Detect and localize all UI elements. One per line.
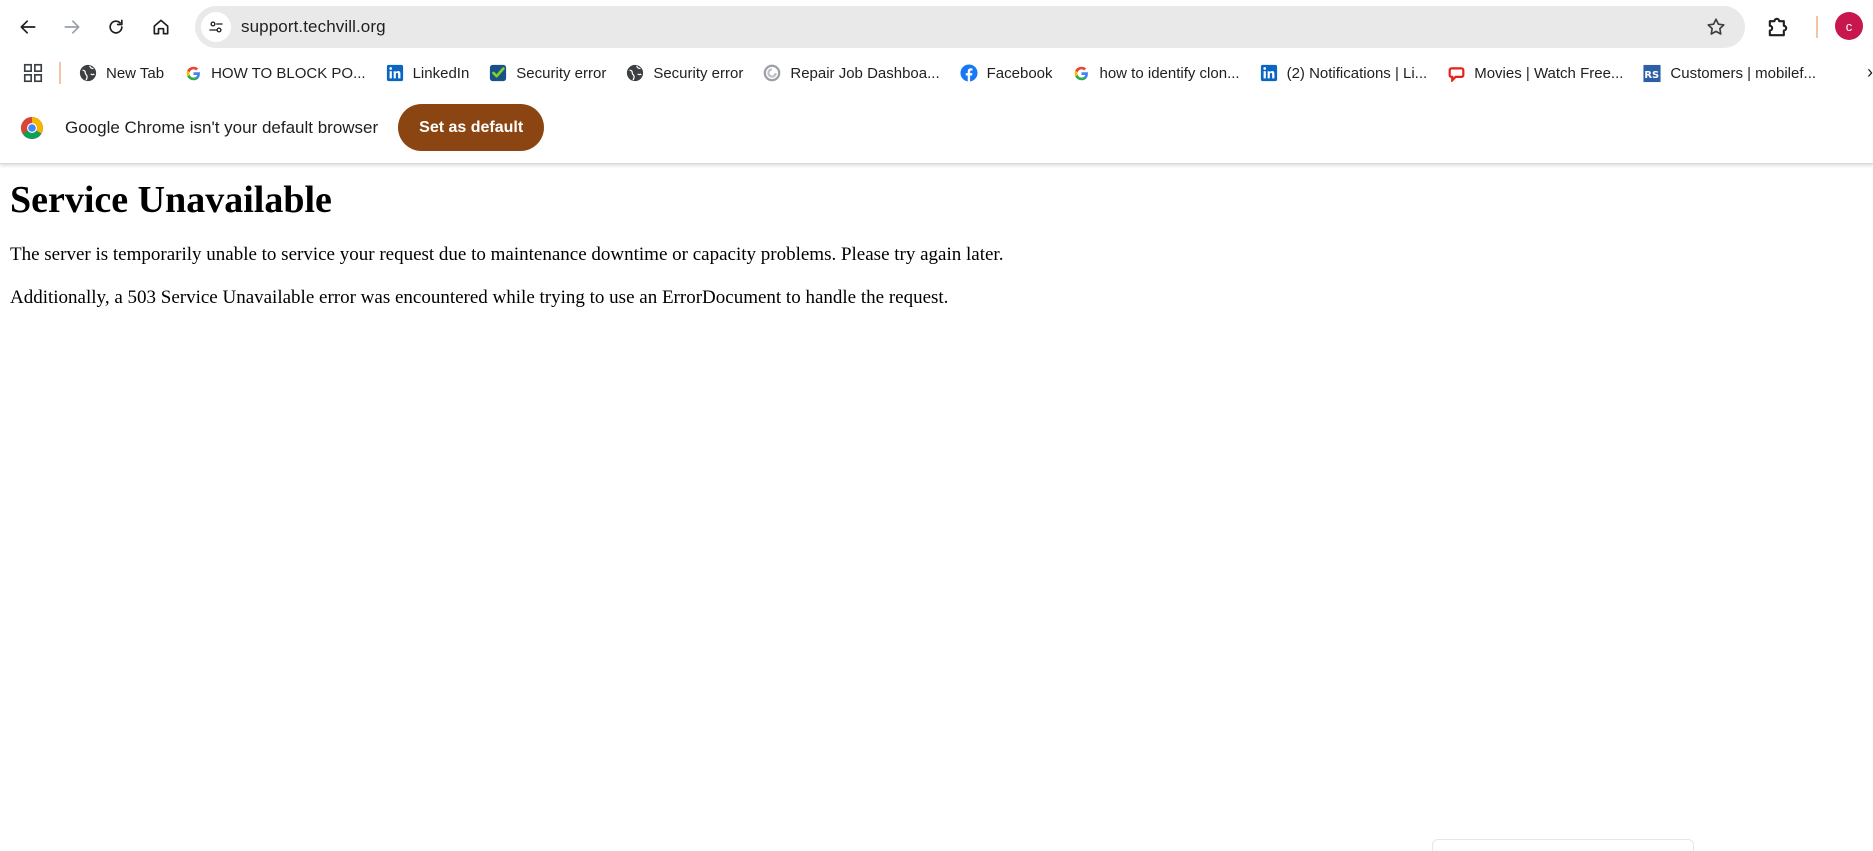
linkedin-icon — [386, 64, 403, 82]
bookmark-label: LinkedIn — [412, 64, 470, 82]
infobar-message: Google Chrome isn't your default browser — [65, 117, 379, 137]
bookmark-label: HOW TO BLOCK PO... — [211, 64, 366, 82]
google-icon — [186, 66, 200, 80]
profile-avatar[interactable]: c — [1835, 12, 1863, 40]
globe-icon — [79, 64, 97, 82]
arrow-right-icon — [64, 20, 80, 34]
bookmark-label: Security error — [653, 64, 744, 82]
browser-toolbar: support.techvill.org c — [0, 0, 1873, 54]
bookmark-how-to-block[interactable]: HOW TO BLOCK PO... — [174, 58, 375, 88]
bottom-popup-edge — [1432, 839, 1694, 851]
apps-grid-icon[interactable] — [22, 62, 44, 84]
tune-icon — [209, 21, 223, 33]
reload-icon — [109, 19, 123, 34]
home-button[interactable] — [143, 9, 179, 45]
home-icon — [153, 19, 169, 35]
avatar-initial: c — [1845, 18, 1853, 34]
bookmarks-overflow-chevron-icon[interactable]: › — [1867, 62, 1873, 83]
bookmarks-bar: New Tab HOW TO BLOCK PO... LinkedIn Secu… — [0, 54, 1873, 92]
movies-icon — [1448, 66, 1465, 82]
bookmark-label: Security error — [516, 64, 607, 82]
reload-button[interactable] — [98, 9, 134, 45]
rs-icon: RS — [1643, 64, 1661, 82]
bookmark-label: how to identify clon... — [1099, 64, 1240, 82]
bookmark-label: Movies | Watch Free... — [1474, 64, 1624, 82]
back-button[interactable] — [10, 9, 46, 45]
arrow-left-icon — [20, 20, 36, 34]
forward-button[interactable] — [54, 9, 90, 45]
bookmarks-separator — [59, 62, 61, 84]
bookmark-label: Facebook — [986, 64, 1053, 82]
site-info-button[interactable] — [201, 12, 231, 42]
bookmark-new-tab[interactable]: New Tab — [69, 58, 174, 88]
bookmark-how-to-identify[interactable]: how to identify clon... — [1063, 58, 1250, 88]
bookmark-repair-job-dashboard[interactable]: Repair Job Dashboa... — [753, 58, 949, 88]
error-detail: Additionally, a 503 Service Unavailable … — [10, 287, 949, 308]
facebook-icon — [960, 64, 978, 82]
generic-site-icon — [764, 64, 781, 82]
address-bar[interactable]: support.techvill.org — [195, 6, 1745, 48]
svg-text:RS: RS — [1645, 70, 1660, 81]
bookmark-label: (2) Notifications | Li... — [1286, 64, 1428, 82]
bookmark-customers-mobilef[interactable]: RS Customers | mobilef... — [1633, 58, 1826, 88]
page-title: Service Unavailable — [10, 179, 332, 221]
check-shield-icon — [490, 64, 507, 82]
bookmark-label: Customers | mobilef... — [1670, 64, 1817, 82]
bookmark-security-error-1[interactable]: Security error — [479, 58, 616, 88]
default-browser-infobar: Google Chrome isn't your default browser… — [0, 92, 1873, 164]
bookmark-notifications-linkedin[interactable]: (2) Notifications | Li... — [1250, 58, 1438, 88]
chrome-logo-icon — [20, 116, 44, 139]
linkedin-icon — [1260, 64, 1277, 82]
bookmark-movies[interactable]: Movies | Watch Free... — [1437, 58, 1633, 88]
extensions-puzzle-icon[interactable] — [1764, 13, 1792, 41]
bookmark-star-icon[interactable] — [1705, 16, 1727, 38]
url-text[interactable]: support.techvill.org — [241, 17, 386, 37]
bookmark-label: Repair Job Dashboa... — [790, 64, 940, 82]
page-content: Service Unavailable The server is tempor… — [0, 174, 1873, 309]
globe-icon — [627, 64, 644, 82]
bookmark-linkedin[interactable]: LinkedIn — [376, 58, 480, 88]
toolbar-separator — [1816, 16, 1818, 38]
bookmark-security-error-2[interactable]: Security error — [616, 58, 753, 88]
error-message: The server is temporarily unable to serv… — [10, 244, 1004, 265]
google-icon — [1074, 66, 1088, 80]
bookmark-facebook[interactable]: Facebook — [950, 58, 1063, 88]
set-as-default-button[interactable]: Set as default — [398, 104, 545, 151]
bookmark-label: New Tab — [106, 64, 165, 82]
